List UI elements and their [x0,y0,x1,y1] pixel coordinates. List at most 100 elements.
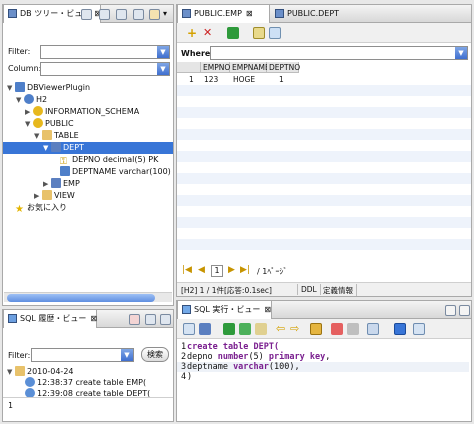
where-combo[interactable]: ▼ [210,46,468,60]
sql-line[interactable]: 4) [177,372,469,382]
tree-node[interactable]: ▶ INFORMATION_SCHEMA [25,106,139,118]
expand-toggle-icon[interactable]: ▼ [25,118,33,130]
tree-node[interactable]: ▼ PUBLIC [25,118,74,130]
line-number: 2 [181,352,187,362]
history-list-icon[interactable] [145,314,156,325]
sql-line[interactable]: 1create table DEPT( [177,342,469,352]
new-file-icon[interactable] [183,323,195,335]
scroll-thumb[interactable] [7,294,155,302]
view-menu-icon[interactable]: ▾ [163,9,167,18]
db-add-icon[interactable] [99,9,110,20]
table-cell[interactable]: HOGE [231,74,255,85]
tree-h-scrollbar[interactable] [4,292,172,302]
db-edit-icon[interactable] [116,9,127,20]
table-cell[interactable]: 123 [202,74,218,85]
delete-row-icon[interactable]: ✕ [203,27,215,39]
grid-view-icon[interactable] [367,323,379,335]
chevron-down-icon[interactable]: ▼ [121,349,133,361]
db-settings-icon[interactable] [149,9,160,20]
chevron-down-icon[interactable]: ▼ [157,46,169,58]
tree-node-label: EMP [63,179,80,188]
execute-all-icon[interactable] [239,323,251,335]
last-page-icon[interactable]: ▶| [240,265,250,275]
execute-icon[interactable] [223,323,235,335]
next-page-icon[interactable]: ▶ [228,265,235,275]
back-icon[interactable]: ⇦ [276,323,288,335]
tree-node[interactable]: ▼ H2 [16,94,47,106]
layout-icon[interactable] [394,323,406,335]
schema-icon [33,106,43,116]
column-header[interactable]: EMPNAME [230,62,270,73]
refresh-icon[interactable] [269,27,281,39]
first-page-icon[interactable]: |◀ [182,265,192,275]
restore-icon[interactable] [459,305,470,316]
sql-line[interactable]: 2depno number(5) primary key, [177,352,469,362]
expand-toggle-icon[interactable]: ▼ [43,142,51,154]
search-button[interactable]: 検索 [141,347,169,362]
expand-toggle-icon[interactable]: ▶ [34,190,42,202]
tree-node-label: DEPT [63,143,84,152]
tab-public-emp[interactable]: PUBLIC.EMP ⊠ [177,5,270,23]
table-icon [275,9,284,18]
table-cell[interactable]: 1 [277,74,284,85]
tree-node[interactable]: DEPTNAME varchar(100) [52,166,171,178]
definition-tab[interactable]: 定義情報 [320,284,357,296]
tree-node-label: DEPTNAME varchar(100) [72,167,171,176]
close-icon[interactable]: ⊠ [90,314,97,323]
key-icon: ⚿ [60,157,67,167]
tree-node[interactable]: ▼ DEPT [3,142,173,154]
history-icon [8,314,17,323]
add-row-icon[interactable]: + [187,27,199,39]
prev-page-icon[interactable]: ◀ [198,265,205,275]
export-icon[interactable] [413,323,425,335]
tree-node[interactable]: ▶ EMP [43,178,80,190]
history-grid-icon[interactable] [160,314,171,325]
forward-icon[interactable]: ⇨ [290,323,302,335]
expand-toggle-icon[interactable]: ▶ [43,178,51,190]
save-icon[interactable] [199,323,211,335]
tree-node-label: INFORMATION_SCHEMA [45,107,140,116]
tree-node[interactable]: ▶ VIEW [34,190,75,202]
sql-line[interactable]: 3deptname varchar(100), [177,362,469,372]
table-row[interactable] [177,74,471,85]
edit-icon[interactable] [255,323,267,335]
history-item[interactable]: 12:39:08 create table DEPT( [25,388,150,400]
sql-editor[interactable]: 1create table DEPT(2depno number(5) prim… [177,340,471,421]
tree-node[interactable]: ▼ TABLE [34,130,79,142]
expand-toggle-icon[interactable]: ▶ [25,106,33,118]
tree-node[interactable]: ★ お気に入り [7,202,67,215]
format-icon[interactable] [253,27,265,39]
tree-node-label: VIEW [54,191,75,200]
commit-icon[interactable] [331,323,343,335]
tree-node[interactable]: ⚿ DEPNO decimal(5) PK [52,154,158,167]
close-icon[interactable]: ⊠ [246,9,253,18]
db-list-icon[interactable] [133,9,144,20]
close-icon[interactable]: ⊠ [264,305,271,314]
column-combo[interactable]: ▼ [40,62,170,76]
tab-sql-execute[interactable]: SQL 実行・ビュー ⊠ [177,301,272,319]
maximize-icon[interactable] [445,305,456,316]
tree-node[interactable]: ▼ DBViewerPlugin [7,82,90,94]
page-number-input[interactable]: 1 [211,265,223,277]
macro-icon[interactable] [310,323,322,335]
tab-sql-history[interactable]: SQL 履歴・ビュー ⊠ [3,310,97,328]
expand-toggle-icon[interactable]: ▼ [16,94,24,106]
expand-toggle-icon[interactable]: ▼ [7,82,15,94]
table-row [177,85,471,96]
column-header[interactable]: DEPTNO [267,62,300,73]
expand-toggle-icon[interactable]: ▼ [7,366,15,378]
db-refresh-icon[interactable] [81,9,92,20]
chevron-down-icon[interactable]: ▼ [157,63,169,75]
tab-public-dept[interactable]: PUBLIC.DEPT [271,5,355,23]
folder-icon [42,130,52,140]
expand-toggle-icon[interactable]: ▼ [34,130,42,142]
column-header[interactable]: EMPNO [201,62,230,73]
filter-combo[interactable]: ▼ [40,45,170,59]
history-delete-icon[interactable] [129,314,140,325]
history-filter-combo[interactable]: ▼ [31,348,134,362]
rollback-icon[interactable] [347,323,359,335]
ddl-tab[interactable]: DDL [297,284,321,295]
chevron-down-icon[interactable]: ▼ [455,47,467,59]
run-icon[interactable] [227,27,239,39]
schema-icon [33,118,43,128]
